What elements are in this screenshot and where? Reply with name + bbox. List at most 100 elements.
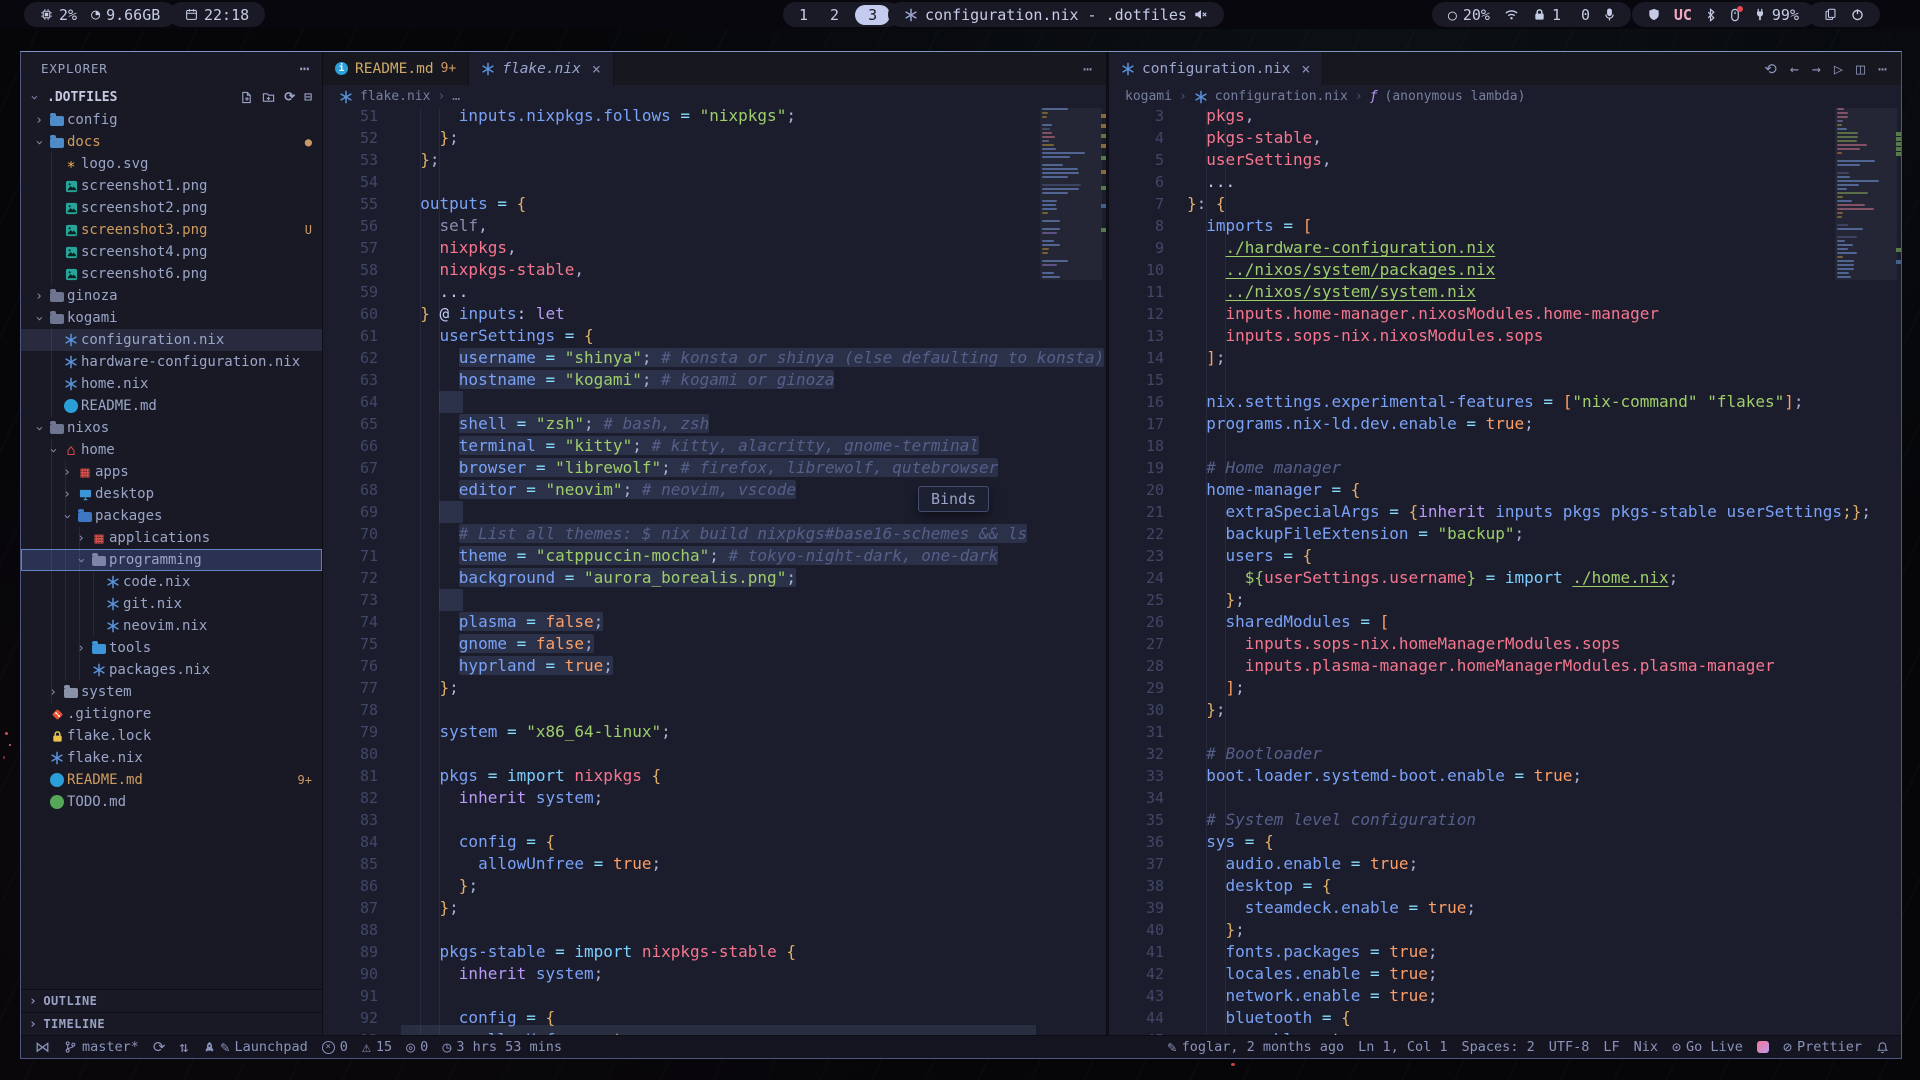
new-folder-icon[interactable] <box>262 91 275 104</box>
status-ports[interactable]: ◎0 <box>406 1039 428 1055</box>
breadcrumb-left[interactable]: flake.nix › … <box>323 85 1106 108</box>
status-prettier[interactable]: ⊘Prettier <box>1783 1039 1862 1055</box>
tree-item-packages-nix[interactable]: packages.nix <box>21 659 322 681</box>
outline-section[interactable]: › OUTLINE <box>21 989 322 1012</box>
workspace-2[interactable]: 2 <box>824 6 845 24</box>
run-icon[interactable]: ▷ <box>1834 60 1843 78</box>
breadcrumb-right[interactable]: kogami › configuration.nix › ƒ (anonymou… <box>1109 85 1901 108</box>
status-compare-changes[interactable]: ⇅ <box>179 1040 188 1055</box>
status-notifications[interactable] <box>1876 1041 1889 1054</box>
tab-flake-nix[interactable]: flake.nix × <box>469 52 614 85</box>
status-indentation[interactable]: Spaces: 2 <box>1462 1039 1535 1055</box>
tree-item-screenshot4-png[interactable]: screenshot4.png <box>21 241 322 263</box>
clock[interactable]: 22:18 <box>185 6 249 24</box>
refresh-icon[interactable]: ⟳ <box>284 90 295 105</box>
editor-flake-nix[interactable]: 51 inputs.nixpkgs.follows = "nixpkgs";52… <box>323 108 1106 1035</box>
power-menu[interactable] <box>1851 8 1864 21</box>
tree-item-apps[interactable]: ›▦apps <box>21 461 322 483</box>
tree-item-desktop[interactable]: ›desktop <box>21 483 322 505</box>
clipboard[interactable] <box>1824 8 1837 21</box>
keyboard-layout[interactable]: UC <box>1674 6 1692 24</box>
tree-item-readme-md[interactable]: iREADME.md <box>21 395 322 417</box>
tree-item-logo-svg[interactable]: ∗logo.svg <box>21 153 322 175</box>
split-editor-icon[interactable]: ◫ <box>1856 60 1865 78</box>
minimap[interactable] <box>1837 108 1895 1035</box>
status-launchpad[interactable]: ✎Launchpad <box>203 1039 308 1055</box>
wifi[interactable] <box>1504 8 1519 21</box>
line-number: 44 <box>1109 1007 1187 1029</box>
tree-item-screenshot6-png[interactable]: screenshot6.png <box>21 263 322 285</box>
tree-item-hardware-configuration-nix[interactable]: hardware-configuration.nix <box>21 351 322 373</box>
tab-readme[interactable]: i README.md 9+ <box>323 52 469 85</box>
tree-item-todo-md[interactable]: ✓TODO.md <box>21 791 322 813</box>
tree-item-applications[interactable]: ›▦applications <box>21 527 322 549</box>
tree-item-tools[interactable]: ›tools <box>21 637 322 659</box>
minimap[interactable] <box>1042 108 1100 1035</box>
tree-item-code-nix[interactable]: code.nix <box>21 571 322 593</box>
status-remote-window[interactable]: ⋈ <box>35 1040 50 1055</box>
tree-item-programming[interactable]: ›programming <box>21 549 322 571</box>
tree-item-neovim-nix[interactable]: neovim.nix <box>21 615 322 637</box>
tree-root-dotfiles[interactable]: › .DOTFILES ⟳ ⊟ <box>21 85 322 109</box>
workspace-1[interactable]: 1 <box>793 6 814 24</box>
new-file-icon[interactable] <box>240 91 253 104</box>
tree-item-git-nix[interactable]: git.nix <box>21 593 322 615</box>
tree-item-screenshot1-png[interactable]: screenshot1.png <box>21 175 322 197</box>
tree-item-packages[interactable]: ›packages <box>21 505 322 527</box>
tree-item--gitignore[interactable]: .gitignore <box>21 703 322 725</box>
collapse-all-icon[interactable]: ⊟ <box>304 90 312 105</box>
brightness[interactable]: ○20% <box>1448 6 1490 24</box>
nav-back-icon[interactable]: ← <box>1790 60 1799 78</box>
microphone[interactable] <box>1604 8 1615 22</box>
tab-configuration-nix[interactable]: configuration.nix × <box>1109 52 1323 85</box>
bluetooth[interactable] <box>1706 8 1716 22</box>
explorer-more-actions-icon[interactable]: ⋯ <box>300 59 310 78</box>
horizontal-scrollbar[interactable] <box>401 1025 1036 1035</box>
tree-item-screenshot3-png[interactable]: screenshot3.pngU <box>21 219 322 241</box>
minimap-slider[interactable] <box>1040 108 1102 280</box>
status-cursor-position[interactable]: Ln 1, Col 1 <box>1358 1039 1447 1055</box>
more-actions-icon[interactable]: ⋯ <box>1083 60 1092 78</box>
tree-item-docs[interactable]: ›docs● <box>21 131 322 153</box>
tree-item-screenshot2-png[interactable]: screenshot2.png <box>21 197 322 219</box>
battery[interactable]: 99% <box>1754 6 1799 24</box>
status-encoding[interactable]: UTF-8 <box>1549 1039 1590 1055</box>
status-sync-changes[interactable]: ⟳ <box>153 1040 166 1055</box>
close-icon[interactable]: × <box>592 60 601 78</box>
status-git-branch[interactable]: master* <box>64 1039 139 1055</box>
mouse-battery[interactable] <box>1730 8 1740 22</box>
status-go-live[interactable]: ⊙Go Live <box>1672 1039 1743 1055</box>
history-icon[interactable]: ⟲ <box>1764 60 1777 78</box>
tree-item-config[interactable]: ›config <box>21 109 322 131</box>
editor-configuration-nix[interactable]: 3 pkgs,4 pkgs-stable,5 userSettings,6 ..… <box>1109 108 1901 1035</box>
workspace-3-active[interactable]: 3 <box>855 5 890 25</box>
tree-item-system[interactable]: ›system <box>21 681 322 703</box>
status-errors[interactable]: ×0 <box>322 1039 348 1055</box>
status-warnings[interactable]: ⚠15 <box>362 1039 392 1055</box>
status-eol[interactable]: LF <box>1603 1039 1619 1055</box>
tree-item-home[interactable]: ›⌂home <box>21 439 322 461</box>
status-blame[interactable]: ✎foglar, 2 months ago <box>1168 1039 1345 1055</box>
close-icon[interactable]: × <box>1301 60 1310 78</box>
memory-usage[interactable]: ◔9.66GB <box>91 6 160 24</box>
tree-item-nixos[interactable]: ›nixos <box>21 417 322 439</box>
tree-item-kogami[interactable]: ›kogami <box>21 307 322 329</box>
status-extension[interactable] <box>1757 1041 1769 1053</box>
tree-item-ginoza[interactable]: ›ginoza <box>21 285 322 307</box>
timeline-section[interactable]: › TIMELINE <box>21 1012 322 1035</box>
cpu-usage[interactable]: 2% <box>40 6 77 24</box>
nav-forward-icon[interactable]: → <box>1812 60 1821 78</box>
vpn[interactable] <box>1648 8 1660 21</box>
tree-item-configuration-nix[interactable]: configuration.nix <box>21 329 322 351</box>
more-actions-icon[interactable]: ⋯ <box>1878 60 1887 78</box>
tree-item-flake-lock[interactable]: flake.lock <box>21 725 322 747</box>
status-language-mode[interactable]: Nix <box>1634 1039 1658 1055</box>
tree-item-readme-md[interactable]: iREADME.md9+ <box>21 769 322 791</box>
status-session-time[interactable]: ◷3 hrs 53 mins <box>442 1039 562 1055</box>
mute-icon[interactable] <box>1194 8 1208 21</box>
minimap-slider[interactable] <box>1835 108 1897 280</box>
tree-item-flake-nix[interactable]: flake.nix <box>21 747 322 769</box>
idle-lock[interactable]: 1 <box>1533 6 1561 24</box>
volume[interactable]: 0 <box>1575 6 1590 24</box>
tree-item-home-nix[interactable]: home.nix <box>21 373 322 395</box>
